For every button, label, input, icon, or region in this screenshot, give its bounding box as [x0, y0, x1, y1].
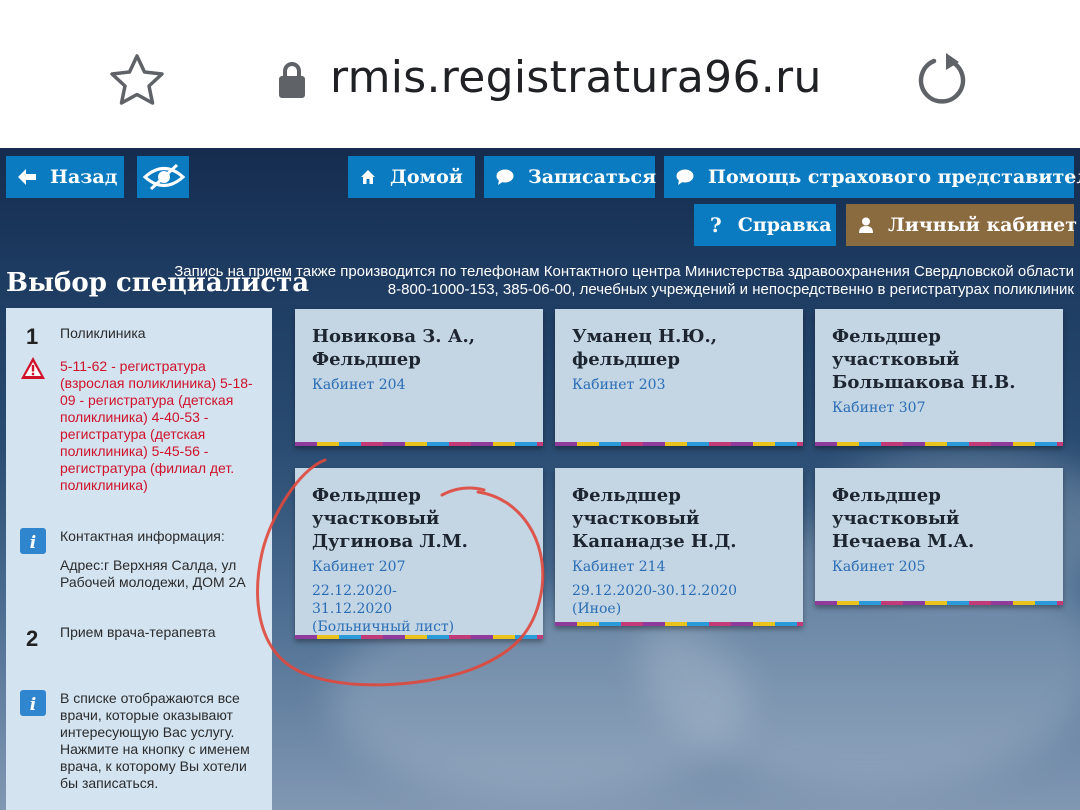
doctor-cabinet: Кабинет 207 [312, 559, 406, 575]
bookmark-star-icon[interactable] [106, 52, 168, 108]
step-number: 1 [26, 324, 39, 349]
doctor-name: Фельдшер участковый Нечаева М.А. [832, 485, 975, 552]
registry-phones: 5-11-62 - регистратура (взрослая поликли… [60, 358, 253, 493]
help-button[interactable]: ? Справка [694, 204, 836, 246]
help-button-label: Справка [737, 214, 832, 236]
personal-cabinet-button[interactable]: Личный кабинет [846, 204, 1078, 246]
doctor-absence-dates: 29.12.2020-30.12.2020 (Иное) [572, 583, 738, 617]
doctor-cabinet: Кабинет 205 [832, 559, 926, 575]
doctor-card[interactable]: Фельдшер участковый Нечаева М.А. Кабинет… [815, 468, 1063, 605]
step-label-clinic: Поликлиника [60, 325, 146, 341]
eye-slash-icon [143, 164, 185, 190]
info-icon: i [20, 528, 46, 554]
book-appointment-button[interactable]: Записаться [484, 156, 657, 198]
svg-text:i: i [30, 533, 36, 553]
info-panel: 1 Поликлиника 5-11-62 - регистратура (вз… [6, 308, 272, 810]
arrow-left-icon [18, 169, 36, 185]
phone-notice-line: 8-800-1000-153, 385-06-00, лечебных учре… [387, 281, 1074, 298]
doctor-cabinet: Кабинет 204 [312, 377, 406, 393]
insurance-help-button[interactable]: Помощь страхового представителя [664, 156, 1080, 198]
question-icon: ? [710, 213, 722, 237]
doctor-cabinet: Кабинет 214 [572, 559, 666, 575]
speech-bubble-icon [676, 169, 694, 185]
book-appointment-label: Записаться [528, 166, 657, 188]
step-label-service: Прием врача-терапевта [60, 624, 216, 640]
doctor-name: Новикова З. А., Фельдшер [312, 326, 476, 370]
doctor-name: Фельдшер участковый Дугинова Л.М. [312, 485, 468, 552]
doctor-absence-dates: 22.12.2020-31.12.2020 (Больничный лист) [312, 583, 455, 635]
home-icon [361, 170, 375, 184]
clinic-address: Адрес:г Верхняя Салда, ул Рабочей молоде… [60, 557, 246, 590]
phone-notice-line: Запись на прием также производится по те… [174, 263, 1074, 280]
info-icon: i [20, 690, 46, 716]
personal-cabinet-label: Личный кабинет [888, 214, 1078, 236]
doctor-cabinet: Кабинет 203 [572, 377, 666, 393]
doctor-name: Фельдшер участковый Большакова Н.В. [832, 326, 1016, 393]
address-bar-url[interactable]: rmis.registratura96.ru [330, 52, 822, 103]
site-content: Назад Домой Записаться Помощь страхового… [0, 148, 1080, 810]
doctor-card[interactable]: Фельдшер участковый Большакова Н.В. Каби… [815, 309, 1063, 446]
back-button[interactable]: Назад [6, 156, 124, 198]
doctor-card[interactable]: Новикова З. А., Фельдшер Кабинет 204 [295, 309, 543, 446]
phone-notice: Запись на прием также производится по те… [174, 263, 1074, 299]
doctor-card[interactable]: Фельдшер участковый Дугинова Л.М. Кабине… [295, 468, 543, 639]
reload-icon[interactable] [912, 50, 972, 110]
insurance-help-label: Помощь страхового представителя [708, 166, 1080, 188]
back-button-label: Назад [50, 166, 118, 188]
doctor-cabinet: Кабинет 307 [832, 400, 926, 416]
warning-icon [20, 356, 46, 380]
browser-toolbar: rmis.registratura96.ru [0, 0, 1080, 148]
home-button-label: Домой [390, 166, 463, 188]
doctor-card[interactable]: Уманец Н.Ю., фельдшер Кабинет 203 [555, 309, 803, 446]
doctor-card[interactable]: Фельдшер участковый Капанадзе Н.Д. Кабин… [555, 468, 803, 626]
svg-text:i: i [30, 695, 36, 715]
step-number: 2 [26, 626, 39, 651]
doctor-name: Фельдшер участковый Капанадзе Н.Д. [572, 485, 737, 552]
user-icon [859, 217, 873, 233]
doctor-list-hint: В списке отображаются все врачи, которые… [60, 690, 250, 791]
home-button[interactable]: Домой [348, 156, 475, 198]
lock-icon[interactable] [277, 60, 307, 100]
accessibility-toggle-button[interactable] [137, 156, 189, 198]
doctor-name: Уманец Н.Ю., фельдшер [572, 326, 718, 370]
speech-bubble-icon [496, 169, 514, 185]
contact-info-title: Контактная информация: [60, 528, 225, 544]
